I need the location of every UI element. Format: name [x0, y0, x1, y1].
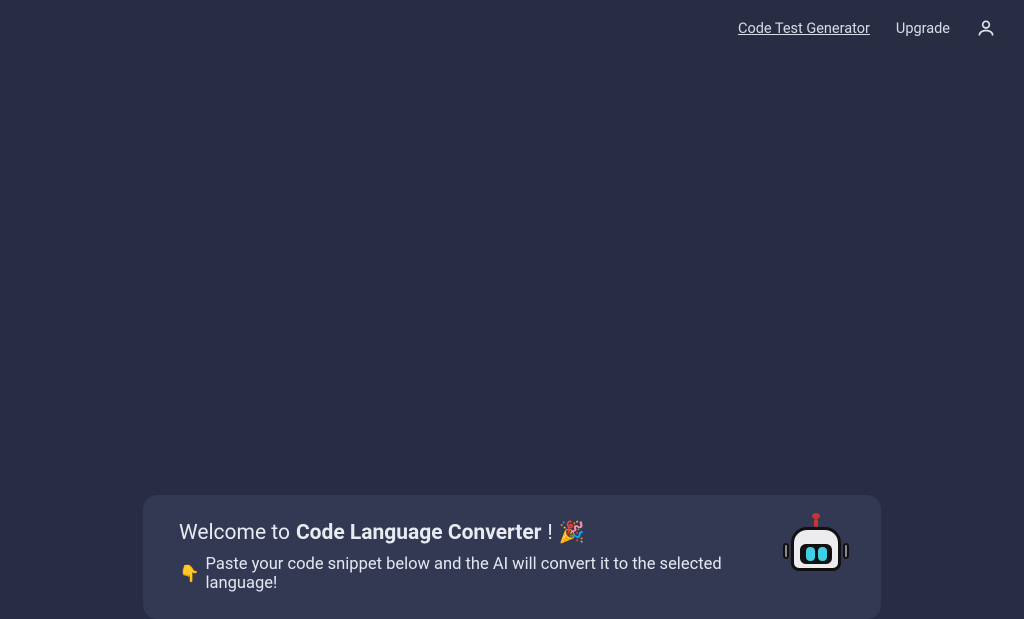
welcome-card: Welcome to Code Language Converter! 🎉 👇 … [143, 495, 881, 619]
user-icon[interactable] [976, 18, 996, 38]
robot-icon [787, 525, 845, 575]
party-popper-icon: 🎉 [559, 521, 585, 545]
welcome-heading: Welcome to Code Language Converter! 🎉 [179, 521, 771, 545]
top-nav: Code Test Generator Upgrade [738, 0, 1024, 56]
welcome-suffix: ! [547, 521, 552, 545]
welcome-bold: Code Language Converter [296, 521, 541, 545]
welcome-prefix: Welcome to [179, 521, 290, 545]
pointing-down-icon: 👇 [179, 565, 200, 584]
upgrade-link[interactable]: Upgrade [896, 20, 950, 37]
welcome-subtitle: 👇 Paste your code snippet below and the … [179, 555, 771, 593]
code-test-generator-link[interactable]: Code Test Generator [738, 20, 870, 37]
subtitle-text: Paste your code snippet below and the AI… [206, 555, 771, 593]
